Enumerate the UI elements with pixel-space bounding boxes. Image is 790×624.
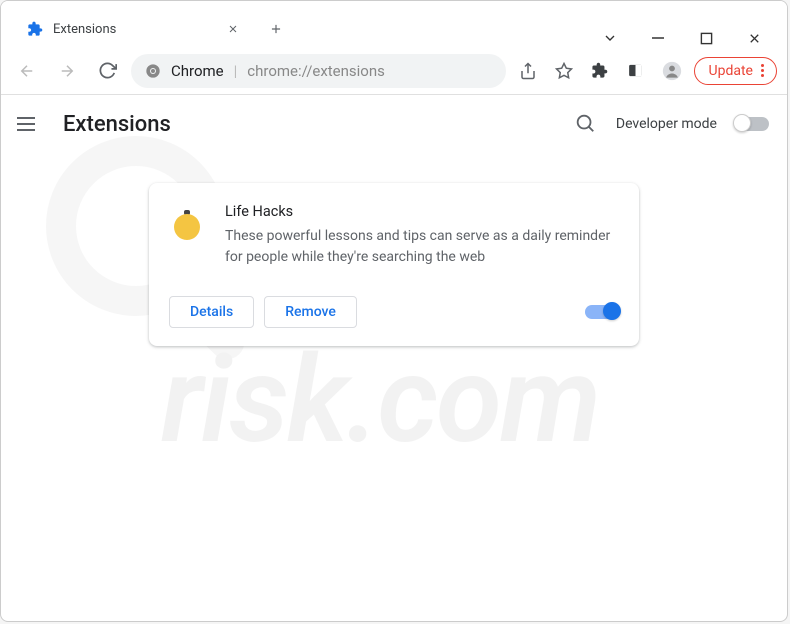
search-button[interactable]	[574, 112, 598, 136]
dev-mode-label: Developer mode	[616, 116, 717, 132]
minimize-button[interactable]	[649, 29, 667, 47]
menu-dots-icon	[761, 64, 764, 77]
extension-name: Life Hacks	[225, 203, 619, 220]
chevron-down-icon[interactable]	[601, 29, 619, 47]
maximize-button[interactable]	[697, 29, 715, 47]
extension-enable-toggle[interactable]	[585, 305, 619, 319]
update-button[interactable]: Update	[694, 57, 777, 85]
forward-button[interactable]	[51, 55, 83, 87]
omnibox-scheme-label: Chrome	[171, 62, 224, 80]
titlebar: Extensions	[1, 1, 787, 47]
chrome-icon	[145, 63, 161, 79]
reload-button[interactable]	[91, 55, 123, 87]
omnibox-url: chrome://extensions	[247, 62, 385, 80]
omnibox-divider: |	[234, 62, 238, 80]
close-tab-button[interactable]	[225, 21, 241, 37]
tab-strip: Extensions	[1, 1, 291, 47]
toolbar: Chrome | chrome://extensions Update	[1, 47, 787, 95]
window-controls	[601, 25, 787, 47]
extensions-content: Life Hacks These powerful lessons and ti…	[1, 153, 787, 346]
address-bar[interactable]: Chrome | chrome://extensions	[131, 54, 506, 88]
remove-button[interactable]: Remove	[264, 296, 357, 328]
details-button[interactable]: Details	[169, 296, 254, 328]
lightbulb-icon	[169, 207, 205, 243]
profile-icon[interactable]	[658, 57, 686, 85]
browser-window: Extensions	[0, 0, 788, 622]
extension-card: Life Hacks These powerful lessons and ti…	[149, 183, 639, 346]
page-title: Extensions	[63, 112, 171, 137]
extension-description: These powerful lessons and tips can serv…	[225, 226, 619, 268]
bookmark-star-icon[interactable]	[550, 57, 578, 85]
browser-tab[interactable]: Extensions	[13, 11, 253, 47]
tab-title: Extensions	[53, 22, 215, 37]
extensions-header: Extensions Developer mode	[1, 95, 787, 153]
menu-button[interactable]	[17, 112, 41, 136]
share-icon[interactable]	[514, 57, 542, 85]
extensions-icon[interactable]	[586, 57, 614, 85]
close-window-button[interactable]	[745, 29, 763, 47]
dev-mode-toggle[interactable]	[735, 117, 769, 131]
side-panel-icon[interactable]	[622, 57, 650, 85]
update-label: Update	[709, 63, 753, 79]
new-tab-button[interactable]	[261, 14, 291, 44]
back-button[interactable]	[11, 55, 43, 87]
puzzle-icon	[27, 21, 43, 37]
